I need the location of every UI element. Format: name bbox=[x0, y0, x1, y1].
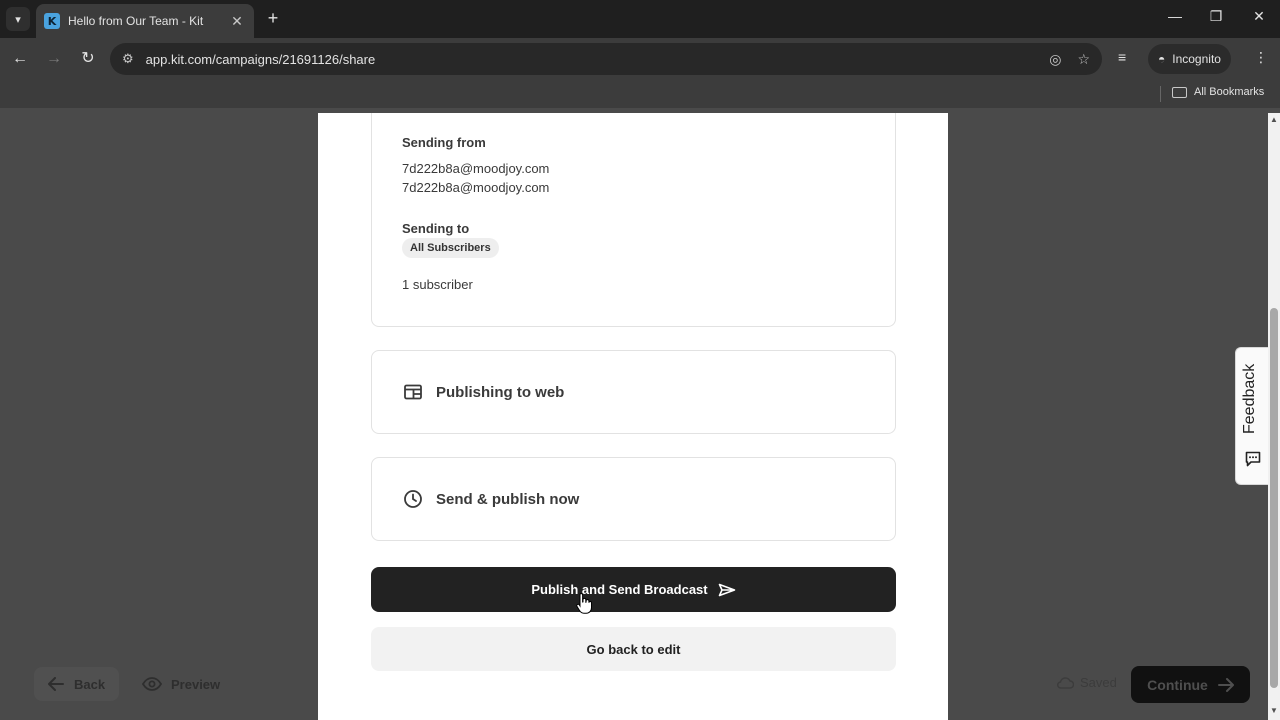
feedback-tab[interactable]: Feedback bbox=[1235, 347, 1268, 485]
arrow-left-icon bbox=[48, 677, 64, 691]
all-bookmarks-label: All Bookmarks bbox=[1194, 86, 1265, 98]
incognito-icon: ◓ bbox=[1158, 52, 1166, 66]
hand-cursor-icon bbox=[576, 592, 592, 614]
sending-from-label: Sending from bbox=[402, 135, 486, 150]
address-bar[interactable]: ⚙ app.kit.com/campaigns/21691126/share ◎… bbox=[110, 43, 1102, 75]
folder-icon bbox=[1172, 86, 1187, 98]
arrow-right-icon: → bbox=[46, 50, 62, 67]
window-close-button[interactable]: ✕ bbox=[1249, 8, 1269, 25]
site-settings-icon[interactable]: ⚙ bbox=[122, 51, 134, 67]
star-icon[interactable]: ☆ bbox=[1077, 51, 1090, 68]
subscriber-count: 1 subscriber bbox=[402, 277, 473, 292]
kebab-menu-icon[interactable]: ⋮ bbox=[1254, 49, 1268, 66]
incognito-badge[interactable]: ◓ Incognito bbox=[1148, 44, 1231, 74]
tab-search-button[interactable]: ▾ bbox=[6, 7, 30, 31]
publish-and-send-label: Publish and Send Broadcast bbox=[531, 582, 708, 597]
chat-bubble-icon bbox=[1245, 451, 1261, 467]
send-publish-now-label: Send & publish now bbox=[436, 490, 580, 508]
back-button[interactable]: Back bbox=[34, 667, 120, 701]
segment-pill: All Subscribers bbox=[402, 238, 499, 258]
forward-nav-button[interactable]: → bbox=[44, 49, 64, 69]
new-tab-button[interactable]: + bbox=[262, 8, 284, 30]
minimize-button[interactable]: — bbox=[1165, 8, 1185, 24]
bookmarks-divider bbox=[1160, 86, 1161, 102]
from-email-primary: 7d222b8a@moodjoy.com bbox=[402, 161, 550, 176]
arrow-left-icon: ← bbox=[12, 50, 28, 67]
clock-icon bbox=[404, 490, 422, 508]
scroll-thumb[interactable] bbox=[1270, 308, 1278, 688]
publishing-to-web-card[interactable]: Publishing to web bbox=[371, 350, 896, 434]
back-nav-button[interactable]: ← bbox=[10, 49, 30, 69]
browser-tab-bar: ▾ K Hello from Our Team - Kit ✕ + — ❐ ✕ bbox=[0, 0, 1280, 38]
web-layout-icon bbox=[404, 383, 422, 401]
close-icon: ✕ bbox=[1253, 8, 1265, 24]
close-icon[interactable]: ✕ bbox=[228, 13, 246, 30]
plus-icon: + bbox=[267, 8, 279, 28]
arrow-right-icon bbox=[1217, 677, 1234, 692]
media-controls-icon[interactable]: ≡ bbox=[1118, 49, 1126, 65]
saved-status: Saved bbox=[1056, 675, 1117, 690]
cloud-check-icon bbox=[1057, 677, 1074, 689]
page-scrollbar[interactable]: ▲ ▼ bbox=[1268, 113, 1280, 720]
preview-label: Preview bbox=[171, 676, 221, 692]
feedback-label: Feedback bbox=[1241, 363, 1258, 434]
minimize-icon: — bbox=[1168, 8, 1182, 24]
send-broadcast-modal: Sending from 7d222b8a@moodjoy.com 7d222b… bbox=[318, 113, 948, 720]
go-back-to-edit-label: Go back to edit bbox=[586, 641, 681, 657]
bookmarks-bar: All Bookmarks bbox=[0, 80, 1280, 108]
continue-button[interactable]: Continue bbox=[1131, 666, 1250, 703]
eye-icon bbox=[142, 677, 162, 691]
tab-title: Hello from Our Team - Kit bbox=[68, 14, 204, 28]
scroll-down-icon[interactable]: ▼ bbox=[1270, 707, 1278, 715]
eye-slash-icon[interactable]: ◎ bbox=[1049, 51, 1061, 68]
chevron-down-icon: ▾ bbox=[15, 13, 21, 26]
reload-icon: ↻ bbox=[81, 50, 95, 67]
browser-tab-active[interactable]: K Hello from Our Team - Kit ✕ bbox=[36, 4, 254, 38]
scroll-up-icon[interactable]: ▲ bbox=[1270, 116, 1278, 124]
page-viewport: Back Preview Saved Continue Sending from… bbox=[0, 113, 1268, 720]
back-label: Back bbox=[74, 676, 106, 692]
incognito-label: Incognito bbox=[1172, 52, 1221, 66]
from-email-secondary: 7d222b8a@moodjoy.com bbox=[402, 180, 550, 195]
sending-details-card: Sending from 7d222b8a@moodjoy.com 7d222b… bbox=[371, 113, 896, 327]
reload-button[interactable]: ↻ bbox=[78, 49, 98, 69]
sending-to-label: Sending to bbox=[402, 221, 470, 236]
all-bookmarks-button[interactable]: All Bookmarks bbox=[1172, 86, 1264, 98]
restore-icon: ❐ bbox=[1209, 8, 1223, 24]
send-publish-now-card[interactable]: Send & publish now bbox=[371, 457, 896, 541]
publish-and-send-button[interactable]: Publish and Send Broadcast bbox=[371, 567, 896, 612]
continue-label: Continue bbox=[1147, 676, 1208, 693]
browser-toolbar: ← → ↻ ⚙ app.kit.com/campaigns/21691126/s… bbox=[0, 38, 1280, 80]
send-icon bbox=[718, 583, 735, 596]
restore-button[interactable]: ❐ bbox=[1206, 8, 1226, 25]
preview-button[interactable]: Preview bbox=[138, 667, 224, 701]
publishing-to-web-label: Publishing to web bbox=[436, 383, 565, 401]
kit-favicon-icon: K bbox=[44, 13, 60, 29]
go-back-to-edit-button[interactable]: Go back to edit bbox=[371, 627, 896, 671]
url-text[interactable]: app.kit.com/campaigns/21691126/share bbox=[146, 52, 1034, 67]
saved-label: Saved bbox=[1080, 675, 1117, 690]
